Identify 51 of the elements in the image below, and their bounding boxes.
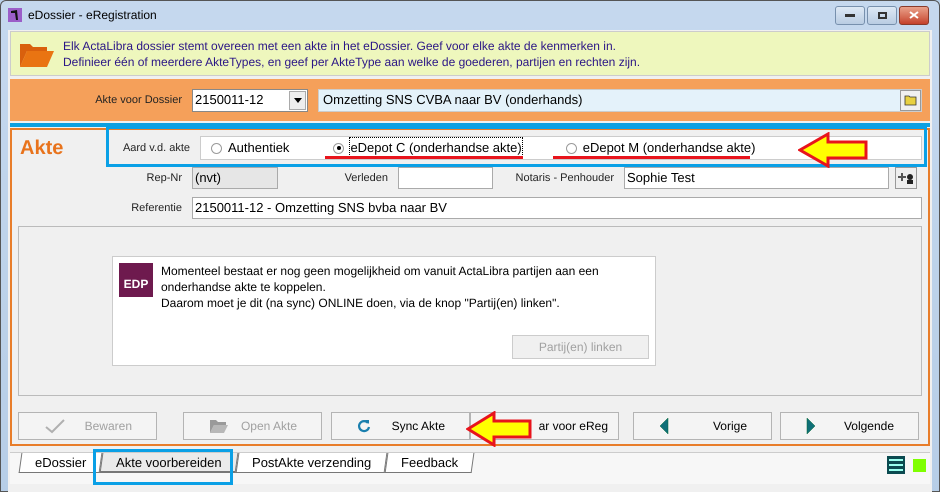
dossier-dropdown[interactable]: 2150011-12 [192, 88, 308, 112]
info-text: Definieer één of meerdere AkteTypes, en geef per AkteType aan welke de goederen, partijen en rechten zijn. [63, 54, 640, 70]
tab[interactable]: PostAkte verzending [235, 453, 388, 473]
refresh-icon [357, 419, 371, 433]
field-label: Rep-Nr [146, 170, 182, 186]
radio-button[interactable] [333, 142, 344, 154]
arrow-drawing [466, 411, 534, 447]
status-indicator [913, 458, 926, 472]
referentie-field[interactable]: 2150011-12 - Omzetting SNS bvba naar BV [192, 197, 922, 219]
dropdown-arrow-icon [294, 98, 302, 102]
app-icon [8, 8, 22, 22]
message-text: Momenteel bestaat er nog geen mogelijkheid om vanuit ActaLibra partijen aan een onderhandse akte te koppelen. [161, 263, 600, 295]
info-text: Elk ActaLibra dossier stemt overeen met een akte in het eDossier. Geef voor elke akte de kenmerken in. [63, 38, 617, 54]
window-title: eDossier - eRegistration [28, 7, 157, 24]
close-button[interactable] [899, 6, 929, 24]
field-label: Verleden [344, 170, 388, 186]
action-button[interactable]: Vorige [633, 412, 772, 440]
tab[interactable]: Akte voorbereiden [100, 453, 238, 473]
close-icon [909, 11, 919, 19]
dossier-description-field[interactable]: Omzetting SNS CVBA naar BV (onderhands) [318, 88, 922, 112]
arrow-drawing [798, 132, 870, 168]
add-person-icon [898, 172, 914, 184]
maximize-button[interactable] [867, 6, 897, 24]
list-icon [887, 456, 905, 474]
action-button[interactable]: Sync Akte [331, 412, 470, 440]
browse-button[interactable] [900, 90, 921, 110]
add-person-button[interactable] [895, 167, 917, 189]
field-label: Referentie [130, 200, 182, 216]
rep-nr-field[interactable]: (nvt) [192, 167, 278, 189]
tab[interactable]: eDossier [18, 453, 103, 473]
field-label: Aard v.d. akte [122, 140, 190, 156]
radio-button[interactable] [566, 142, 577, 154]
checkmark-icon [44, 418, 66, 434]
message-text: Daarom moet je dit (na sync) ONLINE doen, via de knop "Partij(en) linken". [161, 295, 561, 311]
field-label: Notaris - Penhouder [514, 170, 614, 186]
folder-icon [904, 94, 918, 106]
section-title: Akte [19, 136, 64, 161]
minimize-button[interactable] [835, 6, 865, 24]
tab[interactable]: Feedback [384, 453, 475, 473]
field-label: Akte voor Dossier [94, 92, 182, 108]
radio-option[interactable]: Authentiek [211, 138, 290, 158]
left-triangle-icon [659, 417, 669, 435]
right-triangle-icon [806, 417, 816, 435]
notaris-field[interactable]: Sophie Test [624, 167, 889, 189]
radio-option[interactable]: eDepot M (onderhandse akte) [566, 138, 756, 158]
radio-option[interactable]: eDepot C (onderhandse akte) [333, 138, 522, 158]
folder-icon [209, 418, 229, 434]
radio-button[interactable] [211, 142, 222, 154]
action-button[interactable]: Volgende [780, 412, 919, 440]
verleden-field[interactable] [398, 167, 493, 189]
edp-logo: EDP [119, 263, 153, 297]
